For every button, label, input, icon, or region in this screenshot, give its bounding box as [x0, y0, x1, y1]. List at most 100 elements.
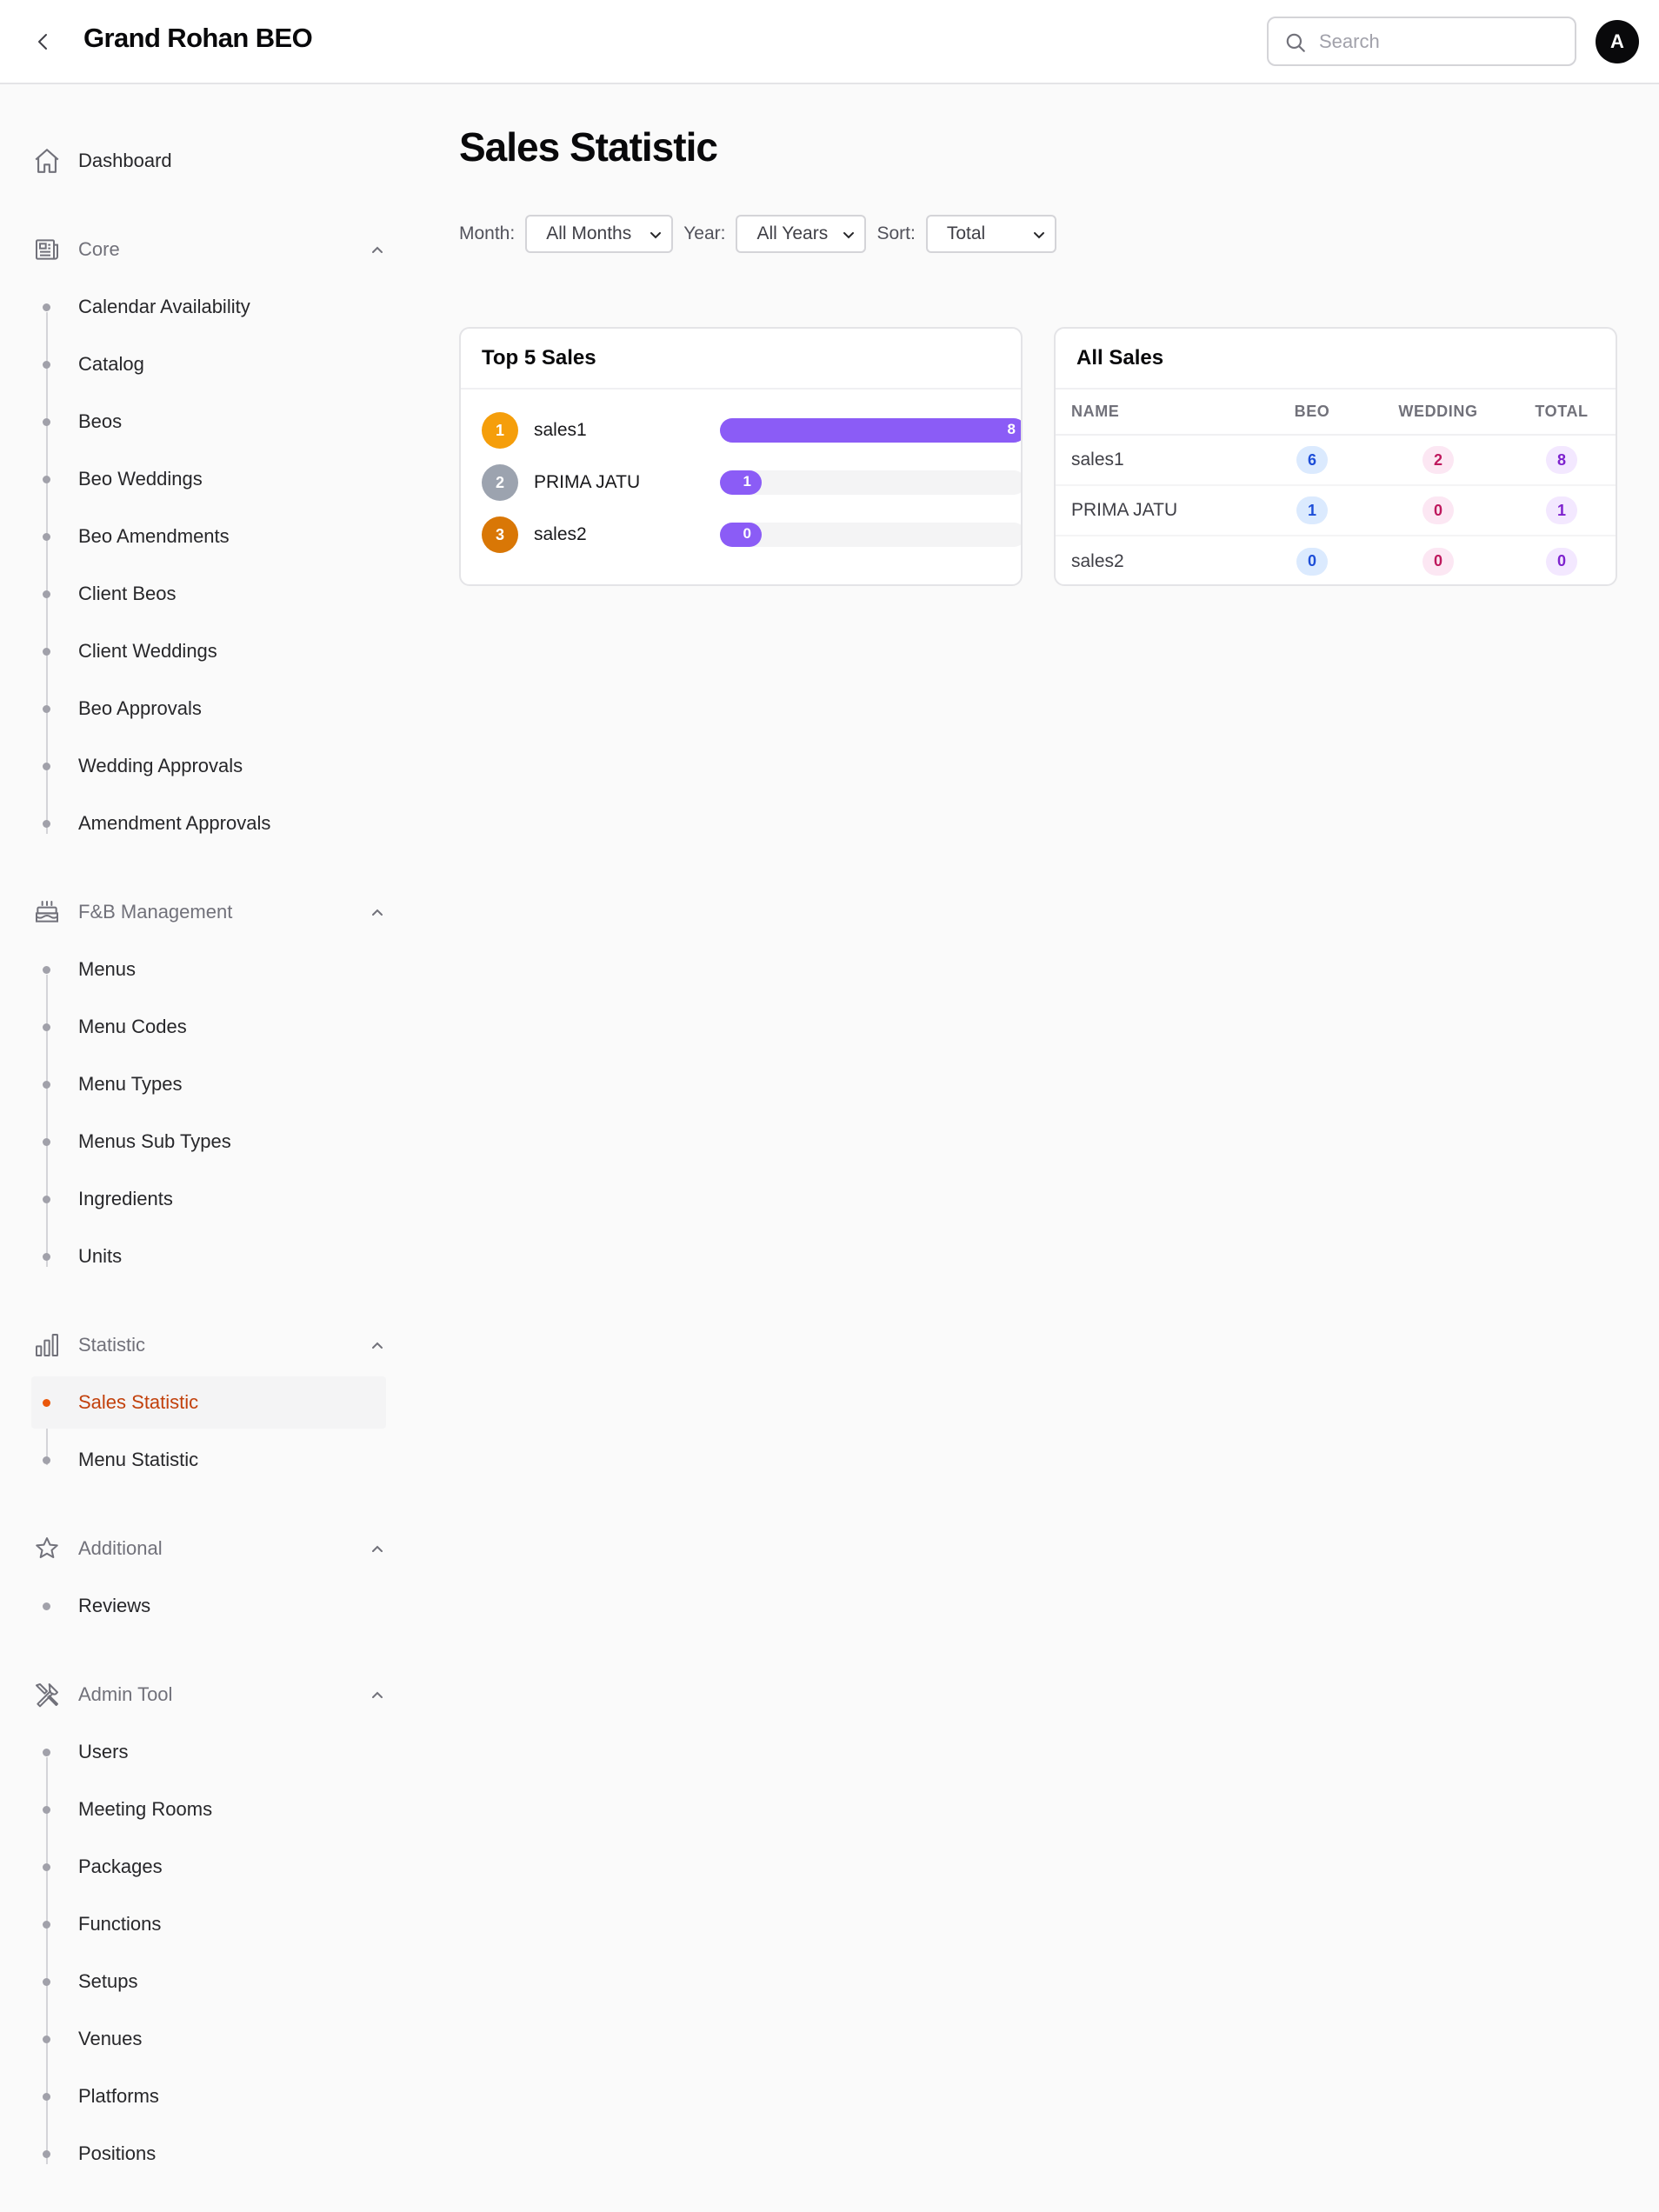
total-count-badge: 8	[1546, 446, 1577, 474]
sidebar-item-label: Amendment Approvals	[78, 812, 271, 834]
year-select[interactable]: All Years	[736, 215, 867, 253]
sidebar-item-calendar-availability[interactable]: Calendar Availability	[31, 281, 386, 333]
bullet-dot	[43, 476, 50, 483]
table-row: PRIMA JATU 1 0 1	[1056, 485, 1616, 536]
sidebar-item-amendment-approvals[interactable]: Amendment Approvals	[31, 797, 386, 849]
sidebar-item-label: Beo Amendments	[78, 525, 230, 547]
sidebar-group-fb-management: F&B Management Menus Menu Codes Menu Typ…	[31, 886, 386, 1283]
sidebar-item-reviews[interactable]: Reviews	[31, 1580, 386, 1632]
progress-track: 0	[720, 523, 1021, 547]
beo-count-badge: 1	[1296, 496, 1328, 524]
wedding-count-badge: 2	[1422, 446, 1454, 474]
sidebar-item-label: Setups	[78, 1970, 138, 1992]
sidebar-group-additional: Additional Reviews	[31, 1522, 386, 1632]
sidebar: Dashboard Core Calendar Availability Cat…	[0, 84, 400, 2212]
sidebar-item-menus-sub-types[interactable]: Menus Sub Types	[31, 1116, 386, 1168]
bar-chart-icon	[31, 1329, 63, 1361]
app-title: Grand Rohan BEO	[83, 23, 313, 53]
month-select[interactable]: All Months	[525, 215, 674, 253]
sidebar-item-menu-statistic[interactable]: Menu Statistic	[31, 1434, 386, 1486]
sidebar-item-functions[interactable]: Functions	[31, 1898, 386, 1950]
progress-bar: 1	[720, 470, 762, 495]
search-input[interactable]	[1319, 27, 1562, 57]
sidebar-item-users[interactable]: Users	[31, 1726, 386, 1778]
sidebar-item-label: Reviews	[78, 1595, 151, 1616]
cell-name: PRIMA JATU	[1056, 485, 1256, 536]
sidebar-item-catalog[interactable]: Catalog	[31, 338, 386, 390]
sidebar-group-items: Sales Statistic Menu Statistic	[31, 1376, 386, 1486]
sidebar-item-packages[interactable]: Packages	[31, 1841, 386, 1893]
sidebar-item-units[interactable]: Units	[31, 1230, 386, 1283]
cell-wedding: 2	[1369, 435, 1508, 486]
sidebar-group-statistic: Statistic Sales Statistic Menu Statistic	[31, 1319, 386, 1486]
sidebar-item-venues[interactable]: Venues	[31, 2013, 386, 2065]
sidebar-item-label: Beo Approvals	[78, 697, 202, 719]
chevron-up-icon	[372, 1342, 383, 1349]
sales-name: PRIMA JATU	[534, 472, 641, 492]
sidebar-item-label: Sales Statistic	[78, 1391, 199, 1413]
sidebar-item-setups[interactable]: Setups	[31, 1955, 386, 2008]
sidebar-group-header-fb-management[interactable]: F&B Management	[31, 886, 386, 938]
sort-select[interactable]: Total	[925, 215, 1056, 253]
rank-badge: 1	[482, 412, 518, 449]
bullet-dot	[43, 1023, 50, 1031]
cell-name: sales1	[1056, 435, 1256, 486]
sidebar-item-dashboard[interactable]: Dashboard	[31, 135, 386, 187]
sidebar-item-wedding-approvals[interactable]: Wedding Approvals	[31, 740, 386, 792]
sidebar-group-items: Menus Menu Codes Menu Types Menus Sub Ty…	[31, 943, 386, 1283]
sidebar-item-platforms[interactable]: Platforms	[31, 2070, 386, 2122]
bullet-dot	[43, 705, 50, 713]
sidebar-group-header-core[interactable]: Core	[31, 223, 386, 276]
sidebar-group-header-admin-tool[interactable]: Admin Tool	[31, 1669, 386, 1721]
bullet-dot	[43, 418, 50, 426]
sales-name: sales1	[534, 420, 587, 440]
sidebar-group-label: Admin Tool	[78, 1683, 173, 1705]
sidebar-item-beos[interactable]: Beos	[31, 396, 386, 448]
sidebar-group-label: Core	[78, 238, 120, 260]
sidebar-item-client-beos[interactable]: Client Beos	[31, 568, 386, 620]
cell-total: 8	[1508, 435, 1616, 486]
table-row: sales1 6 2 8	[1056, 435, 1616, 486]
bullet-dot	[43, 1456, 50, 1464]
sidebar-item-label: Client Beos	[78, 583, 177, 604]
sidebar-item-menu-codes[interactable]: Menu Codes	[31, 1001, 386, 1053]
bullet-dot	[43, 361, 50, 369]
sidebar-item-meeting-rooms[interactable]: Meeting Rooms	[31, 1783, 386, 1836]
all-sales-title: All Sales	[1056, 329, 1616, 390]
sidebar-item-positions[interactable]: Positions	[31, 2128, 386, 2180]
wedding-count-badge: 0	[1422, 547, 1454, 576]
user-avatar[interactable]: A	[1596, 20, 1639, 63]
sidebar-group-core: Core Calendar Availability Catalog Beos …	[31, 223, 386, 849]
sort-filter-label: Sort:	[876, 223, 916, 243]
progress-track: 8	[720, 418, 1021, 443]
search-box[interactable]	[1267, 17, 1576, 66]
sidebar-item-client-weddings[interactable]: Client Weddings	[31, 625, 386, 677]
page-title: Sales Statistic	[459, 124, 718, 170]
sidebar-item-sales-statistic[interactable]: Sales Statistic	[31, 1376, 386, 1429]
month-filter-label: Month:	[459, 223, 516, 243]
sidebar-item-beo-amendments[interactable]: Beo Amendments	[31, 510, 386, 563]
sidebar-group-header-statistic[interactable]: Statistic	[31, 1319, 386, 1371]
bullet-dot	[43, 763, 50, 770]
all-sales-card: All Sales NAME BEO WEDDING TOTAL sales1 …	[1054, 327, 1617, 586]
top-sales-card: Top 5 Sales 1 sales1 8 2 PRIMA JATU 1 3 sales2 0	[459, 327, 1023, 586]
search-icon	[1286, 33, 1305, 52]
star-icon	[31, 1533, 63, 1564]
year-select-value: All Years	[756, 223, 829, 243]
newspaper-icon	[31, 234, 63, 265]
sidebar-item-beo-weddings[interactable]: Beo Weddings	[31, 453, 386, 505]
sidebar-item-beo-approvals[interactable]: Beo Approvals	[31, 683, 386, 735]
sidebar-item-label: Catalog	[78, 353, 144, 375]
sidebar-item-menu-types[interactable]: Menu Types	[31, 1058, 386, 1110]
bullet-dot	[43, 1978, 50, 1986]
sidebar-item-ingredients[interactable]: Ingredients	[31, 1173, 386, 1225]
table-row: sales2 0 0 0	[1056, 536, 1616, 584]
bullet-dot	[43, 1806, 50, 1814]
sidebar-item-label: Units	[78, 1245, 123, 1267]
sidebar-item-menus[interactable]: Menus	[31, 943, 386, 996]
progress-bar: 8	[720, 418, 1021, 443]
back-button[interactable]	[26, 24, 61, 59]
sidebar-group-header-additional[interactable]: Additional	[31, 1522, 386, 1575]
sidebar-item-label: Menu Types	[78, 1073, 183, 1095]
sidebar-item-label: Venues	[78, 2028, 143, 2049]
